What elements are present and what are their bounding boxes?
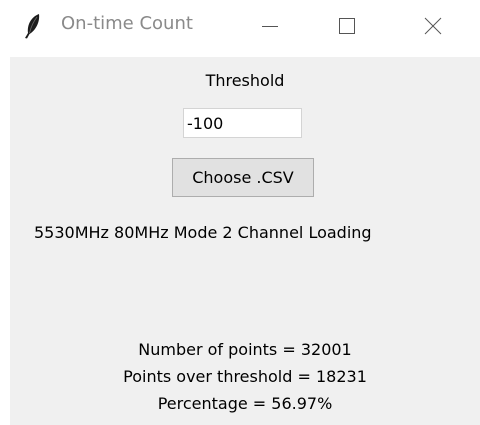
maximize-icon[interactable] [327,8,367,44]
points-over-threshold-text: Points over threshold = 18231 [123,367,367,386]
threshold-input[interactable] [183,108,302,138]
app-window: On-time Count Threshold Choose .CSV 5530… [0,0,480,425]
minimize-icon[interactable] [250,8,290,44]
threshold-label: Threshold [205,71,285,90]
feather-icon [22,12,44,40]
title-bar[interactable]: On-time Count [0,0,480,52]
percentage-text: Percentage = 56.97% [157,394,333,413]
points-count-text: Number of points = 32001 [138,340,352,359]
close-icon[interactable] [413,8,453,44]
window-title: On-time Count [61,13,193,34]
choose-csv-button[interactable]: Choose .CSV [172,158,314,197]
channel-status-text: 5530MHz 80MHz Mode 2 Channel Loading [34,223,372,242]
client-area: Threshold Choose .CSV 5530MHz 80MHz Mode… [10,57,480,425]
